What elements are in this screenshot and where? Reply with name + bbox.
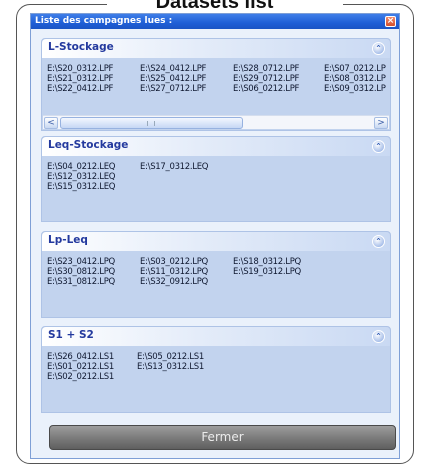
fermer-button[interactable]: Fermer (49, 425, 396, 450)
file-entry[interactable]: E:\S29_0712.LPF (233, 74, 299, 84)
file-entry[interactable]: E:\S17_0312.LEQ (140, 162, 209, 172)
file-entry[interactable]: E:\S02_0212.LS1 (47, 372, 114, 382)
file-entry[interactable]: E:\S08_0312.LPF (324, 74, 386, 84)
group-title: Lp-Leq (48, 234, 88, 246)
file-entry[interactable]: E:\S24_0412.LPF (140, 64, 206, 74)
file-entry[interactable]: E:\S21_0312.LPF (47, 74, 113, 84)
collapse-icon[interactable]: ⌃ (372, 140, 385, 153)
file-entry[interactable]: E:\S03_0212.LPQ (140, 257, 208, 267)
file-entry[interactable]: E:\S20_0312.LPF (47, 64, 113, 74)
file-entry[interactable]: E:\S22_0412.LPF (47, 84, 113, 94)
file-entry[interactable]: E:\S18_0312.LPQ (233, 257, 301, 267)
file-entry[interactable]: E:\S32_0912.LPQ (140, 277, 208, 287)
group-header[interactable]: Lp-Leq ⌃ (42, 232, 390, 251)
page-heading-text: Datasets list (155, 0, 274, 13)
file-entry[interactable]: E:\S07_0212.LPF (324, 64, 386, 74)
close-icon[interactable]: × (385, 16, 396, 27)
group-header[interactable]: L-Stockage ⌃ (42, 39, 390, 58)
campaigns-dialog: Liste des campagnes lues : × L-Stockage … (30, 13, 400, 459)
scroll-left-icon[interactable]: < (44, 117, 58, 129)
dialog-titlebar[interactable]: Liste des campagnes lues : × (31, 14, 399, 29)
file-entry[interactable]: E:\S11_0312.LPQ (140, 267, 208, 277)
group-lp-leq: Lp-Leq ⌃ E:\S23_0412.LPQ E:\S30_0812.LPQ… (41, 231, 391, 318)
horizontal-scrollbar[interactable]: < > (43, 115, 389, 129)
file-entry[interactable]: E:\S06_0212.LPF (233, 84, 299, 94)
group-header[interactable]: Leq-Stockage ⌃ (42, 137, 390, 156)
group-leq-stockage: Leq-Stockage ⌃ E:\S04_0212.LEQ E:\S12_03… (41, 136, 391, 222)
collapse-icon[interactable]: ⌃ (372, 235, 385, 248)
grip-icon (147, 121, 155, 126)
group-s1-s2: S1 + S2 ⌃ E:\S26_0412.LS1 E:\S01_0212.LS… (41, 326, 391, 413)
scroll-thumb[interactable] (60, 117, 243, 129)
file-entry[interactable]: E:\S30_0812.LPQ (47, 267, 115, 277)
file-entry[interactable]: E:\S05_0212.LS1 (137, 352, 204, 362)
file-entry[interactable]: E:\S28_0712.LPF (233, 64, 299, 74)
file-entry[interactable]: E:\S09_0312.LPF (324, 84, 386, 94)
group-title: Leq-Stockage (48, 139, 129, 151)
file-entry[interactable]: E:\S15_0312.LEQ (47, 182, 116, 192)
file-entry[interactable]: E:\S26_0412.LS1 (47, 352, 114, 362)
file-entry[interactable]: E:\S04_0212.LEQ (47, 162, 116, 172)
scroll-right-icon[interactable]: > (374, 117, 388, 129)
file-entry[interactable]: E:\S23_0412.LPQ (47, 257, 115, 267)
collapse-icon[interactable]: ⌃ (372, 330, 385, 343)
file-entry[interactable]: E:\S12_0312.LEQ (47, 172, 116, 182)
file-entry[interactable]: E:\S31_0812.LPQ (47, 277, 115, 287)
group-title: L-Stockage (48, 41, 114, 53)
file-entry[interactable]: E:\S19_0312.LPQ (233, 267, 301, 277)
file-entry[interactable]: E:\S25_0412.LPF (140, 74, 206, 84)
group-title: S1 + S2 (48, 329, 94, 341)
dialog-title: Liste des campagnes lues : (35, 16, 173, 26)
collapse-icon[interactable]: ⌃ (372, 42, 385, 55)
file-entry[interactable]: E:\S13_0312.LS1 (137, 362, 204, 372)
file-entry[interactable]: E:\S01_0212.LS1 (47, 362, 114, 372)
group-l-stockage: L-Stockage ⌃ E:\S20_0312.LPF E:\S21_0312… (41, 38, 391, 131)
group-header[interactable]: S1 + S2 ⌃ (42, 327, 390, 346)
file-entry[interactable]: E:\S27_0712.LPF (140, 84, 206, 94)
